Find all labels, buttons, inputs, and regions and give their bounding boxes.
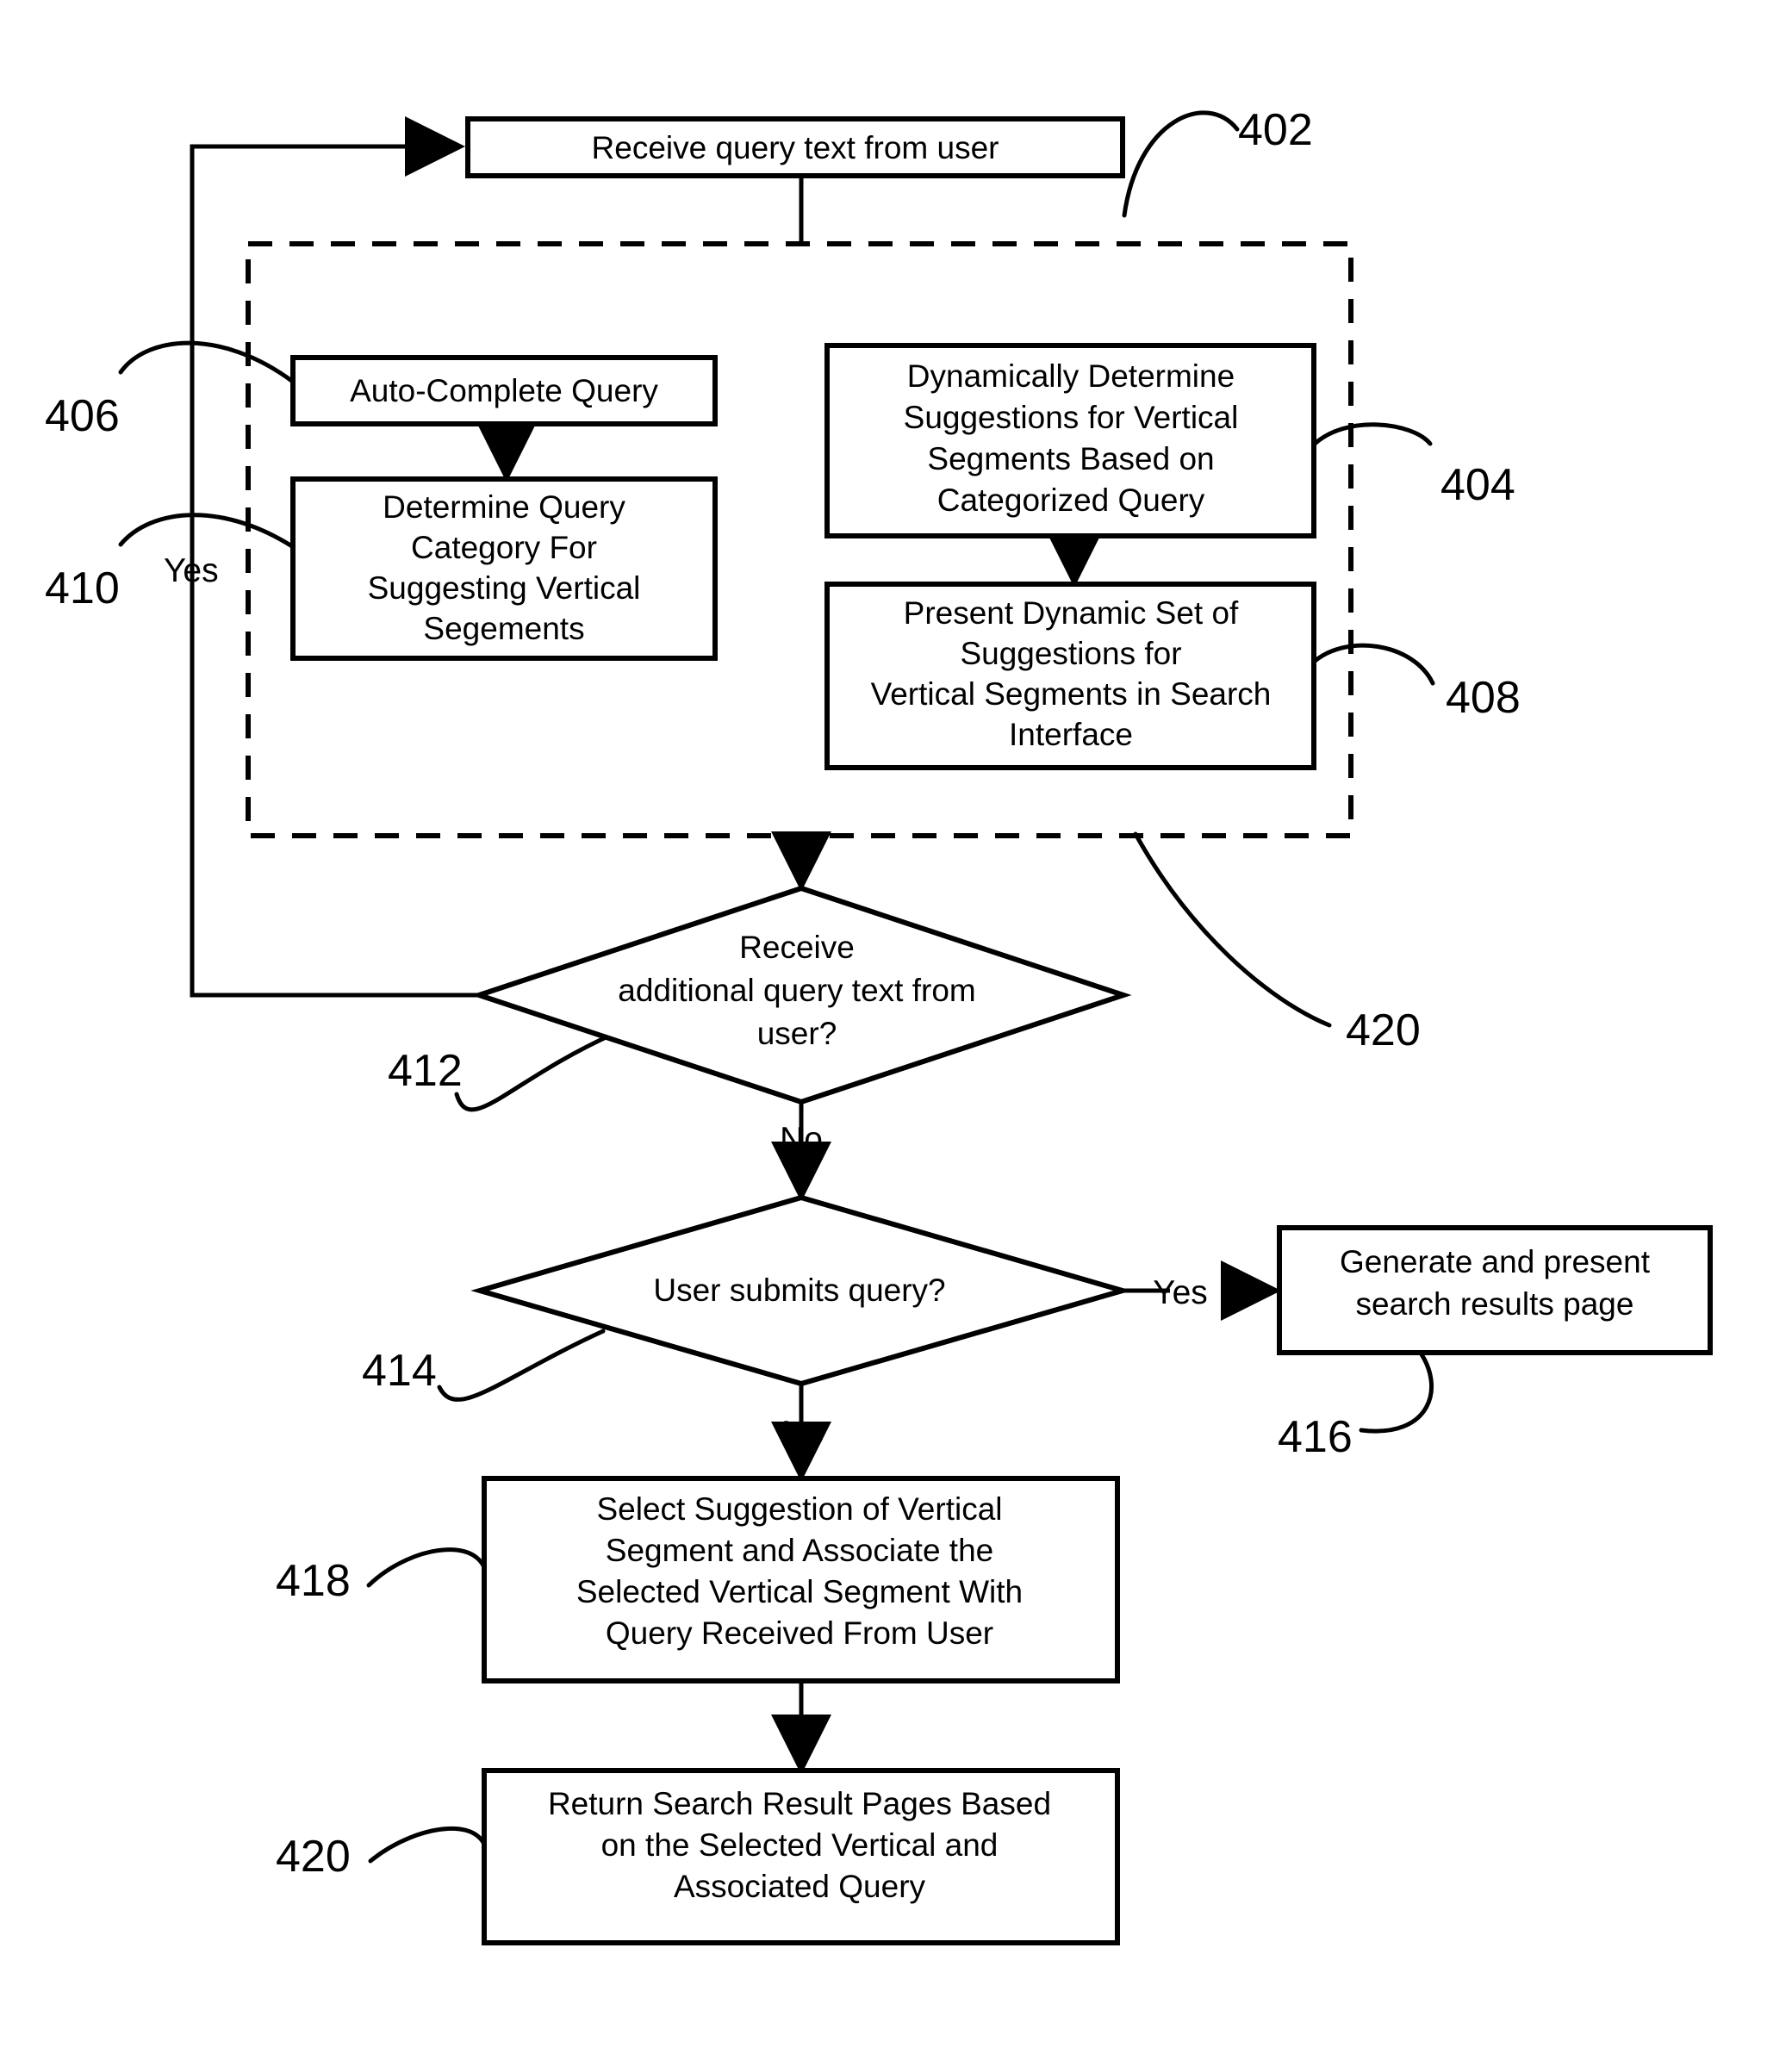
node-dynamically-determine-label-2: Suggestions for Vertical: [904, 400, 1239, 435]
node-receive-additional-label-2: additional query text from: [618, 973, 975, 1008]
node-return-pages-label-2: on the Selected Vertical and: [601, 1827, 999, 1863]
leader-420-group: [1133, 831, 1332, 1028]
leader-408: [1310, 643, 1435, 686]
node-return-pages-label-3: Associated Query: [674, 1869, 926, 1904]
node-select-suggestion-label-4: Query Received From User: [606, 1615, 993, 1651]
node-receive-additional-label-3: user?: [757, 1016, 837, 1051]
node-select-suggestion-label-3: Selected Vertical Segment With: [576, 1574, 1023, 1609]
node-dynamically-determine-label-1: Dynamically Determine: [907, 358, 1235, 394]
ref-402: 402: [1238, 105, 1313, 155]
ref-414: 414: [362, 1346, 437, 1396]
patent-figure-flowchart: Receive query text from user Auto-Comple…: [0, 0, 1792, 2060]
flowchart-canvas: Receive query text from user Auto-Comple…: [45, 105, 1713, 1945]
node-dynamically-determine-label-3: Segments Based on: [927, 441, 1214, 476]
node-present-dynamic-label-2: Suggestions for: [960, 636, 1181, 671]
node-determine-category-label-1: Determine Query: [383, 489, 625, 525]
node-user-submits-label: User submits query?: [653, 1273, 945, 1308]
edge-label-no-additional: No: [780, 1121, 823, 1158]
ref-410: 410: [45, 563, 120, 613]
node-auto-complete-label: Auto-Complete Query: [350, 373, 658, 408]
node-generate-results-label-1: Generate and present: [1340, 1244, 1651, 1279]
node-receive-additional-label-1: Receive: [739, 930, 855, 965]
node-determine-category-label-3: Suggesting Vertical: [368, 570, 641, 606]
leader-406: [118, 340, 296, 384]
edge-label-yes-loop: Yes: [164, 552, 219, 589]
leader-412: [454, 1031, 616, 1112]
node-determine-category-label-4: Segements: [423, 611, 584, 646]
node-present-dynamic-label-3: Vertical Segments in Search: [871, 676, 1272, 712]
node-select-suggestion-label-1: Select Suggestion of Vertical: [596, 1491, 1002, 1527]
node-present-dynamic-label-1: Present Dynamic Set of: [904, 595, 1239, 631]
edge-label-yes-submit: Yes: [1153, 1274, 1208, 1311]
ref-408: 408: [1446, 673, 1521, 723]
node-return-pages-label-1: Return Search Result Pages Based: [548, 1786, 1051, 1821]
ref-406: 406: [45, 391, 120, 441]
node-dynamically-determine-label-4: Categorized Query: [937, 482, 1205, 518]
leader-402: [1122, 110, 1240, 218]
node-select-suggestion-label-2: Segment and Associate the: [606, 1533, 993, 1568]
ref-420-bottom: 420: [276, 1832, 351, 1882]
leader-414: [437, 1329, 606, 1402]
ref-412: 412: [388, 1046, 463, 1096]
node-generate-results-label-2: search results page: [1356, 1286, 1634, 1322]
leader-416: [1359, 1346, 1434, 1434]
ref-418: 418: [276, 1556, 351, 1606]
leader-420-bottom: [368, 1826, 489, 1864]
node-present-dynamic-label-4: Interface: [1009, 717, 1133, 752]
leader-404: [1310, 422, 1433, 449]
ref-420-group: 420: [1346, 1005, 1421, 1055]
node-determine-category-label-2: Category For: [411, 530, 597, 565]
leader-418: [366, 1547, 489, 1588]
leader-410: [118, 513, 302, 554]
ref-416: 416: [1278, 1412, 1353, 1462]
edge-label-no-submit: No: [781, 1415, 824, 1452]
node-receive-query-label: Receive query text from user: [592, 130, 999, 165]
ref-404: 404: [1440, 460, 1515, 510]
